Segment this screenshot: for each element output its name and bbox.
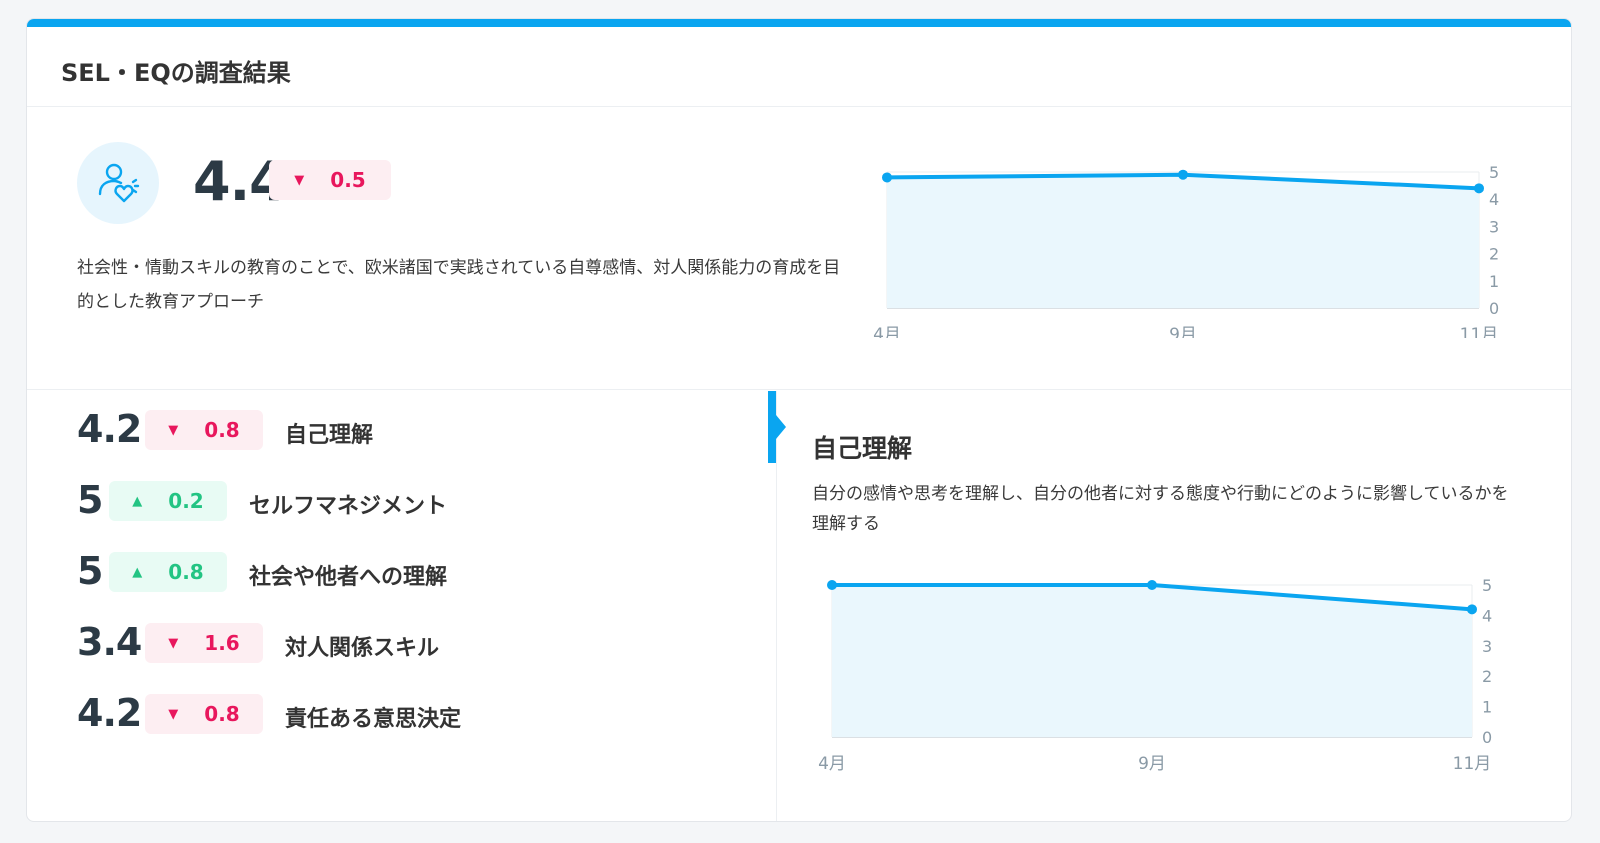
detail-title: 自己理解 [812, 434, 913, 463]
item-label: 自己理解 [285, 423, 374, 448]
y-tick-label: 1 [1482, 698, 1492, 717]
bottom-section: 4.2 ▼ 0.8 自己理解 5 ▲ 0.2 セルフマネジメント 5 ▲ 0.8… [27, 391, 1571, 821]
detail-chart: 0 1 2 3 4 5 4月 9月 11月 [804, 567, 1504, 791]
detail-panel: 自己理解 自分の感情や思考を理解し、自分の他者に対する態度や行動にどのように影響… [768, 391, 1571, 821]
sel-eq-card: SEL・EQの調査結果 4.4 ▼ 0.5 社会性・情動スキルの教育のことで、欧… [26, 18, 1572, 822]
summary-delta-badge: ▼ 0.5 [269, 160, 391, 200]
y-tick-label: 3 [1482, 637, 1492, 656]
data-point [827, 580, 837, 590]
selected-marker [768, 391, 776, 463]
person-heart-icon [77, 142, 159, 224]
y-tick-label: 2 [1489, 245, 1499, 264]
x-tick-label: 11月 [1460, 325, 1499, 338]
card-accent-bar [27, 19, 1571, 27]
y-tick-label: 0 [1489, 299, 1499, 318]
summary-section: 4.4 ▼ 0.5 社会性・情動スキルの教育のことで、欧米諸国で実践されている自… [27, 108, 1571, 390]
item-delta-badge: ▲ 0.8 [109, 552, 227, 592]
item-delta-badge: ▲ 0.2 [109, 481, 227, 521]
item-delta-value: 0.8 [204, 418, 240, 442]
item-list: 4.2 ▼ 0.8 自己理解 5 ▲ 0.2 セルフマネジメント 5 ▲ 0.8… [27, 391, 777, 821]
item-delta-badge: ▼ 1.6 [145, 623, 263, 663]
x-tick-label: 4月 [818, 754, 846, 774]
y-tick-label: 5 [1482, 576, 1492, 595]
list-item[interactable]: 5 ▲ 0.8 社会や他者への理解 [27, 547, 767, 597]
item-score: 4.2 [77, 691, 142, 735]
up-triangle-icon: ▲ [132, 564, 143, 580]
x-tick-label: 4月 [873, 325, 901, 338]
item-delta-value: 0.8 [168, 560, 204, 584]
y-tick-label: 2 [1482, 667, 1492, 686]
series-area [832, 585, 1472, 737]
data-point [1474, 183, 1484, 194]
list-item[interactable]: 3.4 ▼ 1.6 対人関係スキル [27, 618, 767, 668]
item-label: 責任ある意思決定 [285, 707, 462, 732]
y-tick-label: 4 [1489, 190, 1499, 209]
data-point [1147, 580, 1157, 590]
data-point [1178, 169, 1188, 180]
series-area [887, 174, 1479, 308]
item-delta-value: 1.6 [204, 631, 240, 655]
item-score: 4.2 [77, 407, 142, 451]
down-triangle-icon: ▼ [168, 706, 179, 722]
item-delta-badge: ▼ 0.8 [145, 410, 263, 450]
y-tick-label: 1 [1489, 272, 1499, 291]
data-point [1467, 604, 1477, 615]
down-triangle-icon: ▼ [168, 635, 179, 651]
up-triangle-icon: ▲ [132, 493, 143, 509]
item-score: 3.4 [77, 620, 142, 664]
y-tick-label: 3 [1489, 217, 1499, 236]
summary-chart-svg: 0 1 2 3 4 5 4月 9月 11月 [873, 163, 1499, 345]
list-item[interactable]: 4.2 ▼ 0.8 自己理解 [27, 405, 767, 455]
item-label: 対人関係スキル [285, 636, 440, 661]
down-triangle-icon: ▼ [294, 172, 305, 188]
summary-delta-value: 0.5 [330, 168, 366, 192]
item-label: セルフマネジメント [249, 494, 448, 519]
item-label: 社会や他者への理解 [249, 565, 448, 590]
item-score: 5 [77, 478, 103, 522]
selected-arrow-icon [776, 415, 786, 439]
detail-description: 自分の感情や思考を理解し、自分の他者に対する態度や行動にどのように影響しているか… [812, 484, 1509, 534]
x-tick-label: 9月 [1169, 325, 1197, 338]
item-delta-value: 0.8 [204, 702, 240, 726]
list-item[interactable]: 5 ▲ 0.2 セルフマネジメント [27, 476, 767, 526]
data-point [882, 172, 892, 183]
y-tick-label: 4 [1482, 606, 1492, 625]
y-tick-label: 0 [1482, 728, 1492, 747]
detail-chart-svg: 0 1 2 3 4 5 4月 9月 11月 [818, 576, 1492, 774]
card-header: SEL・EQの調査結果 [27, 27, 1571, 107]
summary-chart: 0 1 2 3 4 5 4月 9月 11月 [827, 138, 1527, 345]
item-delta-value: 0.2 [168, 489, 204, 513]
x-tick-label: 9月 [1138, 754, 1166, 774]
summary-description: 社会性・情動スキルの教育のことで、欧米諸国で実践されている自尊感情、対人関係能力… [77, 258, 841, 312]
item-delta-badge: ▼ 0.8 [145, 694, 263, 734]
item-score: 5 [77, 549, 103, 593]
list-item[interactable]: 4.2 ▼ 0.8 責任ある意思決定 [27, 689, 767, 739]
x-tick-label: 11月 [1453, 754, 1492, 774]
down-triangle-icon: ▼ [168, 422, 179, 438]
y-tick-label: 5 [1489, 163, 1499, 182]
card-title: SEL・EQの調査結果 [61, 59, 291, 87]
